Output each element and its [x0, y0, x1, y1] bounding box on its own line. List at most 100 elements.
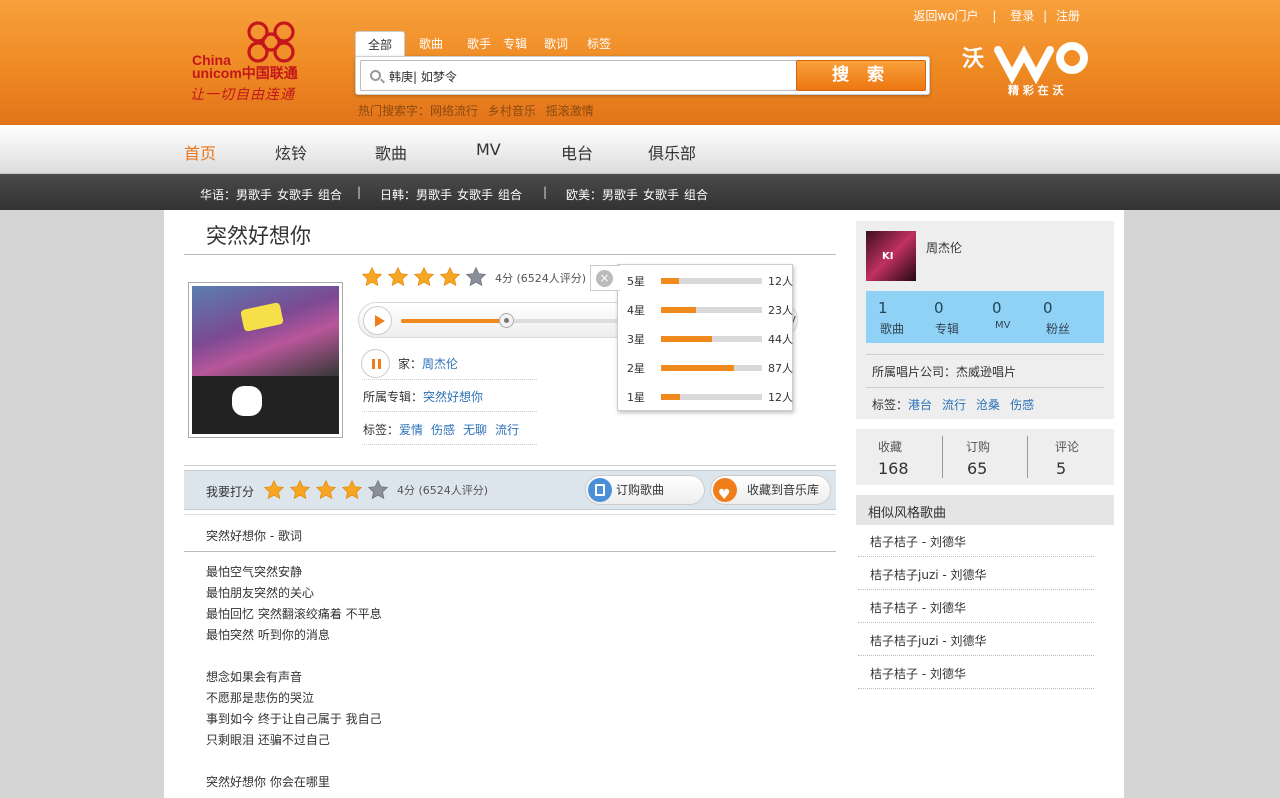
singer-link[interactable]: 周杰伦: [422, 357, 458, 371]
search-tab-songs[interactable]: 歌曲: [419, 31, 443, 58]
search-tab-all[interactable]: 全部: [355, 31, 406, 58]
nav-mv[interactable]: MV: [476, 140, 501, 159]
artist-name[interactable]: 周杰伦: [926, 239, 962, 256]
top-link-wo-portal[interactable]: 返回wo门户: [913, 9, 978, 23]
artist-tag-link[interactable]: 流行: [942, 398, 966, 412]
similar-song-link[interactable]: 桔子桔子 - 刘德华: [870, 599, 966, 616]
similar-song-link[interactable]: 桔子桔子juzi - 刘德华: [870, 632, 987, 649]
subnav-link[interactable]: 女歌手: [457, 188, 493, 202]
pause-button[interactable]: [361, 349, 390, 378]
count-comments: 5: [1056, 459, 1067, 478]
star-icon[interactable]: [315, 479, 337, 501]
nav-home[interactable]: 首页: [184, 140, 216, 164]
search-tab-singers[interactable]: 歌手: [467, 31, 491, 58]
tag-link[interactable]: 无聊: [463, 423, 487, 437]
rating-row-fill: [661, 307, 697, 313]
rating-row: 2星 87人: [627, 360, 793, 376]
stat-mv-label: MV: [995, 320, 1011, 331]
stat-mv-count[interactable]: 0: [992, 299, 1002, 317]
info-album: 所属专辑：突然好想你: [363, 388, 491, 405]
star-icon[interactable]: [439, 266, 461, 288]
tag-link[interactable]: 爱情: [399, 423, 423, 437]
rating-row: 1星 12人: [627, 389, 793, 405]
stat-songs-count[interactable]: 1: [878, 299, 888, 317]
heart-icon: ♥: [713, 478, 737, 503]
search-tab-lyrics[interactable]: 歌词: [544, 31, 568, 58]
star-icon[interactable]: [341, 479, 363, 501]
subnav-link[interactable]: 男歌手: [416, 188, 452, 202]
star-icon[interactable]: [367, 479, 389, 501]
similar-songs-title: 相似风格歌曲: [868, 506, 947, 521]
nav-ringtone[interactable]: 炫铃: [275, 140, 307, 164]
star-icon[interactable]: [289, 479, 311, 501]
tags-label: 标签：: [363, 423, 400, 437]
subnav-link[interactable]: 组合: [684, 188, 708, 202]
wo-character: 沃: [962, 47, 984, 72]
artist-avatar[interactable]: KI: [866, 231, 916, 281]
search-input[interactable]: [389, 66, 789, 86]
rating-row: 5星 12人: [627, 273, 793, 289]
song-rating-text: 4分 (6524人评分): [495, 272, 587, 285]
hot-search-term[interactable]: 摇滚激情: [546, 104, 594, 118]
nav-club[interactable]: 俱乐部: [648, 140, 696, 164]
rating-row-count: 23人: [768, 304, 793, 317]
artist-tag-link[interactable]: 伤感: [1010, 398, 1034, 412]
subnav-link[interactable]: 男歌手: [236, 188, 272, 202]
logo-slogan: 让一切自由连通: [190, 87, 295, 103]
rating-row-label: 5星: [627, 275, 645, 288]
album-cover[interactable]: [188, 282, 343, 438]
rating-row-count: 44人: [768, 333, 793, 346]
stat-albums-count[interactable]: 0: [934, 299, 944, 317]
nav-radio[interactable]: 电台: [561, 140, 593, 164]
close-icon: ×: [596, 270, 613, 287]
tag-link[interactable]: 伤感: [431, 423, 455, 437]
star-icon[interactable]: [361, 266, 383, 288]
subnav-group-western: 欧美：男歌手 女歌手 组合: [566, 186, 713, 203]
nav-songs[interactable]: 歌曲: [375, 140, 407, 164]
subnav-link[interactable]: 女歌手: [277, 188, 313, 202]
hot-searches: 热门搜索字：网络流行 乡村音乐 摇滚激情: [358, 102, 594, 119]
similar-song-link[interactable]: 桔子桔子 - 刘德华: [870, 665, 966, 682]
count-divider: [942, 436, 943, 478]
subnav-link[interactable]: 女歌手: [643, 188, 679, 202]
divider: [184, 551, 836, 552]
star-icon[interactable]: [387, 266, 409, 288]
star-icon[interactable]: [263, 479, 285, 501]
divider: [184, 254, 836, 255]
lyric-line: 不愿那是悲伤的哭泣: [206, 691, 315, 705]
header: China unicom中国联通 让一切自由连通 返回wo门户 | 登录 | 注…: [0, 0, 1280, 125]
tag-link[interactable]: 流行: [495, 423, 519, 437]
subscribe-button[interactable]: 订购歌曲: [585, 475, 705, 505]
rating-row-bar: [661, 278, 762, 284]
artist-tag-link[interactable]: 沧桑: [976, 398, 1000, 412]
record-company-label: 所属唱片公司：: [872, 365, 957, 379]
wo-logo[interactable]: 沃 精 彩 在 沃: [960, 38, 1095, 98]
search-button[interactable]: 搜 索: [796, 60, 926, 91]
search-tab-albums[interactable]: 专辑: [503, 31, 527, 58]
hot-search-term[interactable]: 网络流行: [430, 104, 478, 118]
album-link[interactable]: 突然好想你: [423, 390, 483, 404]
artist-tag-link[interactable]: 港台: [908, 398, 932, 412]
stat-fans-count[interactable]: 0: [1043, 299, 1053, 317]
rating-row-fill: [661, 394, 681, 400]
star-icon[interactable]: [465, 266, 487, 288]
subnav-link[interactable]: 组合: [498, 188, 522, 202]
search-tab-tags[interactable]: 标签: [587, 31, 611, 58]
rating-row-fill: [661, 278, 680, 284]
top-link-register[interactable]: 注册: [1056, 9, 1080, 23]
subscribe-icon: [588, 478, 612, 502]
top-link-login[interactable]: 登录: [1010, 9, 1034, 23]
favorite-button[interactable]: ♥ 收藏到音乐库: [710, 475, 831, 505]
popup-close-button[interactable]: ×: [590, 265, 620, 291]
similar-divider: [858, 688, 1094, 689]
hot-search-term[interactable]: 乡村音乐: [488, 104, 536, 118]
album-label: 所属专辑：: [363, 390, 424, 404]
subnav-link[interactable]: 组合: [318, 188, 342, 202]
divider: [184, 514, 836, 515]
subnav-link[interactable]: 男歌手: [602, 188, 638, 202]
similar-song-link[interactable]: 桔子桔子juzi - 刘德华: [870, 566, 987, 583]
play-button[interactable]: [363, 306, 392, 335]
similar-song-link[interactable]: 桔子桔子 - 刘德华: [870, 533, 966, 550]
star-icon[interactable]: [413, 266, 435, 288]
progress-knob[interactable]: [499, 313, 514, 328]
